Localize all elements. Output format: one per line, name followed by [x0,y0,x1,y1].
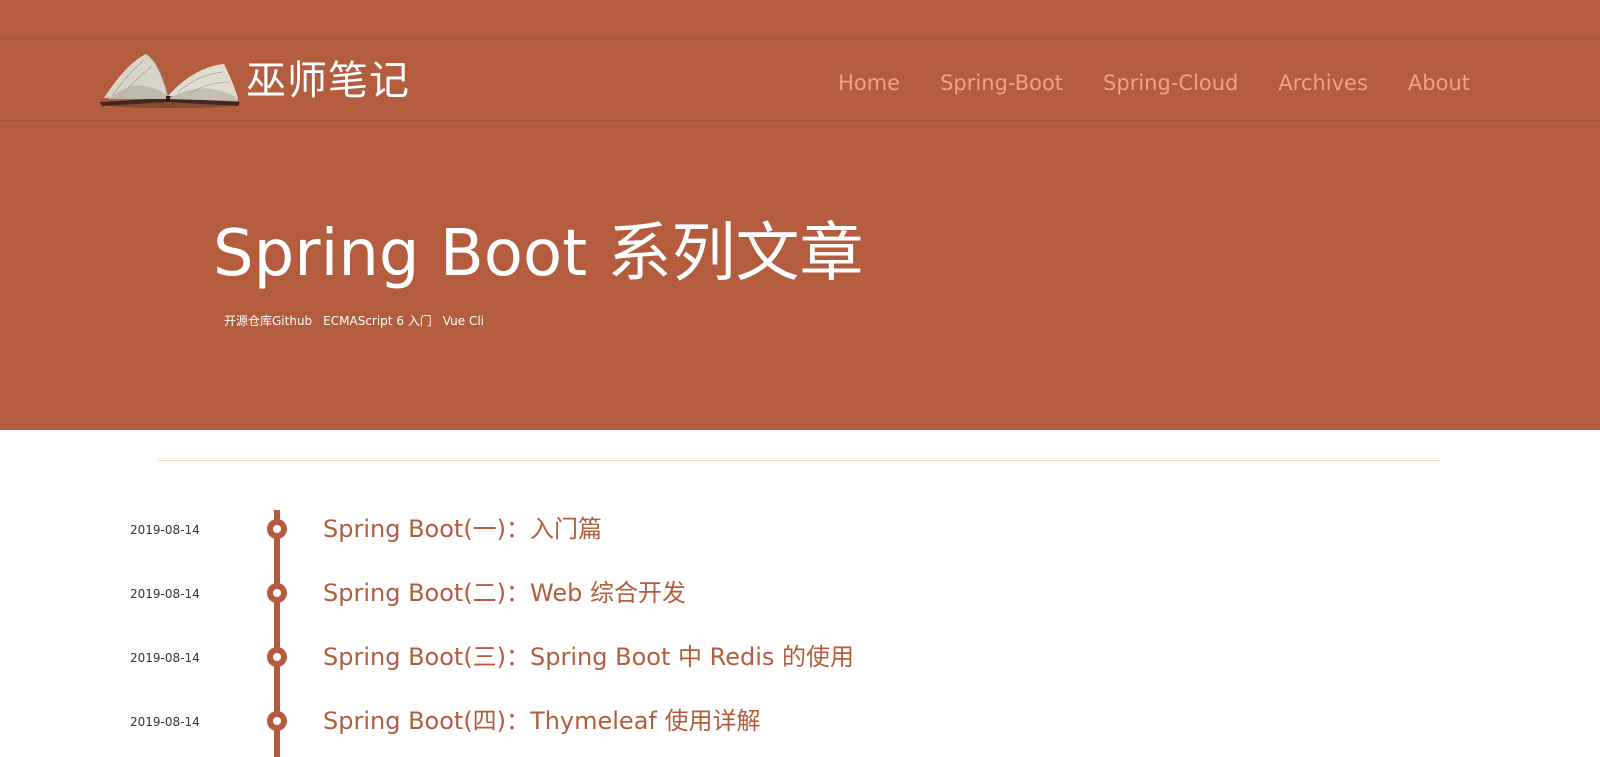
post-date: 2019-08-14 [130,587,200,601]
top-divider [0,38,1600,39]
hero-links: 开源仓库Github ECMAScript 6 入门 Vue Cli [224,312,484,330]
timeline-dot-icon [267,647,287,667]
nav-archives[interactable]: Archives [1278,68,1368,98]
post-date: 2019-08-14 [130,651,200,665]
post-title-link[interactable]: Spring Boot(二)：Web 综合开发 [323,577,686,609]
nav-about[interactable]: About [1408,68,1470,98]
nav-spring-cloud[interactable]: Spring-Cloud [1103,68,1238,98]
post-date: 2019-08-14 [130,715,200,729]
site-title[interactable]: 巫师笔记 [246,56,410,106]
page-title: Spring Boot 系列文章 [213,217,864,291]
post-title-link[interactable]: Spring Boot(三)：Spring Boot 中 Redis 的使用 [323,641,854,673]
post-item: 2019-08-14 Spring Boot(一)：入门篇 [0,510,1600,550]
main-nav: Home Spring-Boot Spring-Cloud Archives A… [838,68,1470,98]
post-item: 2019-08-14 Spring Boot(四)：Thymeleaf 使用详解 [0,702,1600,742]
post-title-link[interactable]: Spring Boot(一)：入门篇 [323,513,602,545]
vue-cli-link[interactable]: Vue Cli [443,312,484,330]
post-item: 2019-08-14 Spring Boot(二)：Web 综合开发 [0,574,1600,614]
github-link[interactable]: 开源仓库Github [224,312,312,330]
nav-spring-boot[interactable]: Spring-Boot [940,68,1063,98]
nav-divider [0,120,1600,121]
content-divider [158,460,1440,461]
timeline-dot-icon [267,711,287,731]
hero-banner: 巫师笔记 Home Spring-Boot Spring-Cloud Archi… [0,0,1600,430]
open-book-icon[interactable] [98,46,243,108]
es6-link[interactable]: ECMAScript 6 入门 [323,312,432,330]
post-item: 2019-08-14 Spring Boot(三)：Spring Boot 中 … [0,638,1600,678]
timeline-dot-icon [267,519,287,539]
timeline-dot-icon [267,583,287,603]
post-date: 2019-08-14 [130,523,200,537]
nav-home[interactable]: Home [838,68,900,98]
post-title-link[interactable]: Spring Boot(四)：Thymeleaf 使用详解 [323,705,760,737]
